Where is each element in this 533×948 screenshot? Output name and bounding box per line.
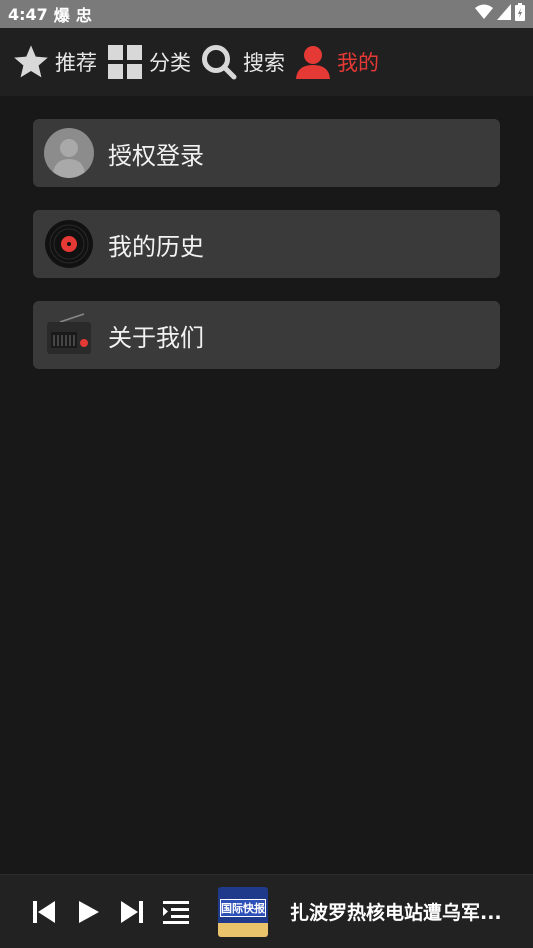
menu-item-login[interactable]: 授权登录 xyxy=(33,119,500,187)
signal-icon xyxy=(497,4,511,24)
notification-icon-2: 忠 xyxy=(75,6,92,25)
profile-menu: 授权登录 我的历史 关于我们 xyxy=(33,119,500,392)
menu-item-history[interactable]: 我的历史 xyxy=(33,210,500,278)
tab-search[interactable]: 搜索 xyxy=(200,43,285,81)
vinyl-record-icon xyxy=(44,219,94,269)
menu-item-about[interactable]: 关于我们 xyxy=(33,301,500,369)
wifi-icon xyxy=(475,4,493,24)
mini-player: 国际快报 扎波罗热核电站遭乌军... xyxy=(0,874,533,948)
next-button[interactable] xyxy=(116,896,148,928)
menu-item-label: 我的历史 xyxy=(108,232,204,261)
tab-label: 我的 xyxy=(337,51,379,75)
track-title[interactable]: 扎波罗热核电站遭乌军... xyxy=(290,898,505,925)
menu-item-label: 授权登录 xyxy=(108,141,204,170)
tab-label: 推荐 xyxy=(55,51,97,75)
grid-icon xyxy=(106,43,144,81)
tab-category[interactable]: 分类 xyxy=(106,43,191,81)
playlist-button[interactable] xyxy=(160,896,192,928)
avatar-icon xyxy=(44,128,94,178)
skip-previous-icon xyxy=(33,900,55,923)
status-time: 4:47 xyxy=(8,4,48,24)
cover-title: 国际快报 xyxy=(220,898,266,917)
star-icon xyxy=(12,43,50,81)
tab-label: 搜索 xyxy=(243,51,285,75)
radio-icon xyxy=(44,310,94,360)
album-cover[interactable]: 国际快报 xyxy=(218,886,268,937)
user-icon xyxy=(294,43,332,81)
tab-label: 分类 xyxy=(149,51,191,75)
top-nav: 推荐 分类 搜索 我的 xyxy=(0,28,533,96)
menu-item-label: 关于我们 xyxy=(108,323,204,352)
notification-icon-1: 爆 xyxy=(53,6,70,25)
tab-recommend[interactable]: 推荐 xyxy=(12,43,97,81)
play-button[interactable] xyxy=(72,896,104,928)
search-icon xyxy=(200,43,238,81)
skip-next-icon xyxy=(121,900,143,923)
cover-strip xyxy=(218,922,268,937)
playlist-icon xyxy=(163,900,189,924)
tab-mine[interactable]: 我的 xyxy=(294,43,379,81)
status-bar: 4:47 爆 忠 xyxy=(0,0,533,28)
previous-button[interactable] xyxy=(28,896,60,928)
battery-icon xyxy=(515,3,525,25)
play-icon xyxy=(79,900,99,923)
